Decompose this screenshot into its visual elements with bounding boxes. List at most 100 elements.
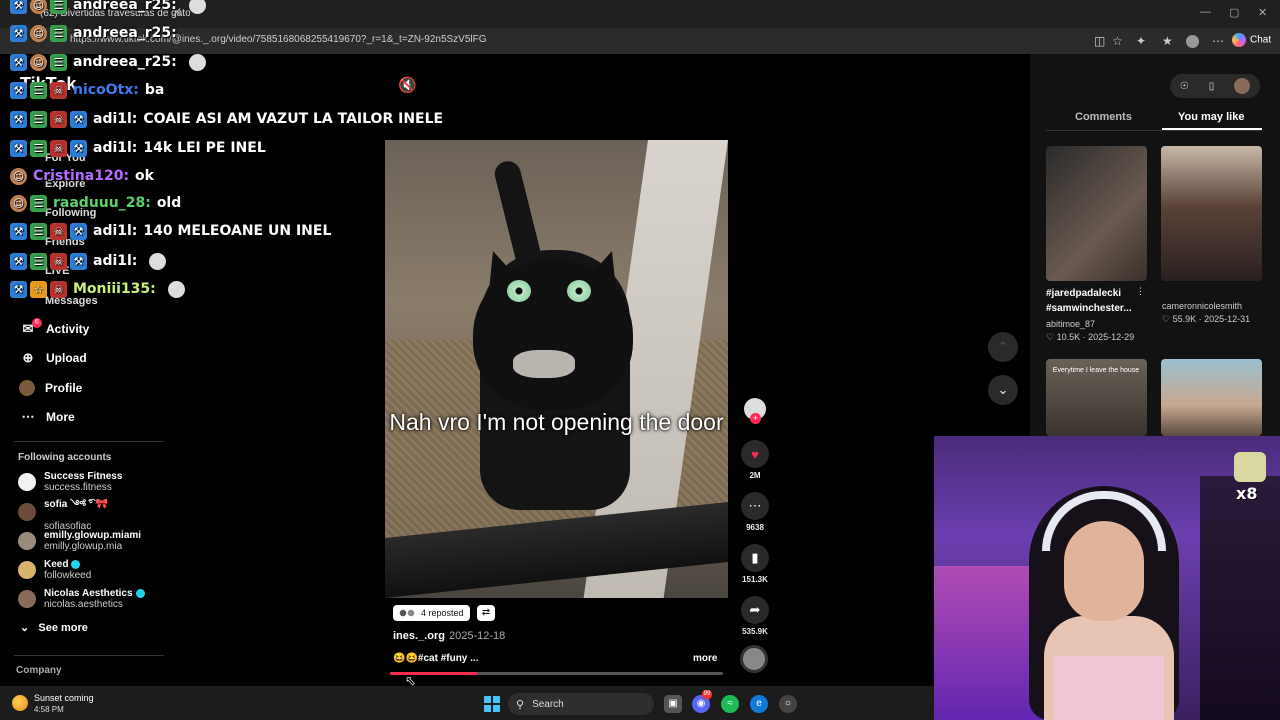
repost-icon[interactable]: ⇄ [477,605,495,621]
chat-username[interactable]: adi1l: [93,111,137,127]
weather-sun-icon[interactable] [12,695,28,711]
chat-username[interactable]: adi1l: [93,253,137,269]
split-view-icon[interactable]: ◫ [1094,34,1105,48]
chat-username[interactable]: Moniii135: [73,281,156,297]
tab-you-may-like[interactable]: You may like [1178,111,1244,123]
share-button[interactable]: ➦ 535.9K [741,596,769,636]
like-button[interactable]: ♥ 2M [741,440,769,480]
chat-emote-icon [188,53,206,71]
edge-icon[interactable]: e [750,695,768,713]
chat-badge-icon: ☰ [30,222,47,240]
spotify-icon[interactable]: ≈ [721,695,739,713]
next-video-arrow-icon[interactable]: ⌄ [988,375,1018,405]
save-button[interactable]: ▮ 151.3K [741,544,769,584]
following-account[interactable]: emilly.glowup.miami emilly.glowup.mia [18,527,141,555]
account-handle: followkeed [44,570,92,581]
chat-username[interactable]: andreea_r25: [73,54,177,70]
account-handle: success.fitness [44,482,112,493]
minimize-icon[interactable]: — [1200,6,1211,18]
nav-profile[interactable]: Profile [18,376,82,400]
chat-username[interactable]: adi1l: [93,223,137,239]
taskbar-search[interactable]: ⚲ Search [508,693,654,715]
following-account[interactable]: Nicolas Aesthetics nicolas.aesthetics [18,585,145,613]
avatar [18,590,36,608]
obs-icon[interactable]: ○ [779,695,797,713]
chat-username[interactable]: nicoOtx: [73,82,139,98]
nav-activity[interactable]: ✉ Activity [18,317,90,341]
chat-message: ⚒ ☺ ☰ andreea_r25: [10,22,183,44]
chat-text: ba [144,82,165,98]
extensions-icon[interactable]: ✦ [1136,34,1146,48]
see-more-button[interactable]: ⌄ See more [20,621,88,634]
recommended-video-thumbnail[interactable] [1161,146,1262,281]
phone-icon[interactable]: ▯ [1209,81,1215,92]
chat-badge-icon: ⚒ [10,252,27,270]
previous-video-arrow-icon[interactable]: ⌃ [988,332,1018,362]
video-player[interactable] [385,140,728,598]
compass-icon[interactable]: ☉ [1180,81,1189,92]
mute-icon[interactable]: 🔇 [398,76,417,94]
copilot-chat-button[interactable]: Chat [1232,33,1271,47]
chat-username[interactable]: andreea_r25: [73,0,177,13]
chat-badge-icon: ⚒ [10,53,27,71]
music-disc-icon[interactable] [740,645,768,673]
profile-avatar-icon[interactable] [1186,35,1199,48]
video-description: 😆😆#cat #funy ... [393,653,479,664]
chat-badge-icon: ☠ [50,280,67,298]
search-icon: ⚲ [516,698,525,711]
recommended-video-thumbnail[interactable]: Everytime I leave the house [1046,359,1147,436]
video-author[interactable]: ines._.org 2025-12-18 [393,630,505,642]
chat-username[interactable]: Cristina120: [33,168,129,184]
see-more-label: See more [38,622,88,634]
chat-emote-icon [149,252,167,270]
nav-more[interactable]: ⋯ More [18,405,75,429]
menu-dots-icon[interactable]: ⋯ [1212,34,1224,48]
recommended-video-thumbnail[interactable] [1046,146,1147,281]
recommended-user[interactable]: abitimoe_87 [1046,319,1095,329]
nav-upload[interactable]: ⊕ Upload [18,346,87,370]
webcam-shelf [934,566,1044,720]
favorites-icon[interactable]: ★ [1162,34,1173,48]
recommended-caption: #samwinchester... [1046,303,1132,314]
chat-badge-icon: ⚒ [10,222,27,240]
company-link[interactable]: Company [16,665,62,676]
maximize-icon[interactable]: ▢ [1229,6,1239,19]
window-close-icon[interactable]: ✕ [1258,6,1267,19]
nav-upload-label: Upload [46,351,87,365]
chat-text: 14k LEI PE INEL [143,140,266,156]
chat-badge-icon: ☰ [30,194,47,212]
following-account[interactable]: sofia ༺ ͡° 🎀 sofiasofiac [18,498,108,532]
recommended-stats: ♡ 55.9K · 2025-12-31 [1162,314,1251,324]
chat-message: ⚒ ☰ ☠ ⚒ adi1l: COAIE ASI AM VAZUT LA TAILOR I… [10,108,443,130]
chat-message: ⚒ ☰ ☠ nicoOtx: ba [10,79,164,101]
thumbnail-menu-icon[interactable]: ⋮ [1136,286,1145,297]
follow-plus-icon[interactable]: + [750,413,761,424]
chat-username[interactable]: raaduuu_28: [53,195,151,211]
chat-text: 140 MELEOANE UN INEL [143,223,332,239]
account-name: emilly.glowup.miami [44,530,142,541]
chat-message: ⚒ ☰ ☠ ⚒ adi1l: 140 MELEOANE UN INEL [10,220,331,242]
recommended-user[interactable]: cameronnicolesmith [1162,301,1242,311]
chat-badge-icon: ⚒ [10,139,27,157]
windows-start-icon[interactable] [484,696,500,712]
video-progress-bar[interactable] [390,672,723,675]
chat-badge-icon: ☠ [50,139,67,157]
favorite-star-icon[interactable]: ☆ [1112,34,1123,48]
chat-username[interactable]: andreea_r25: [73,25,177,41]
weather-title[interactable]: Sunset coming [34,693,94,703]
description-more-button[interactable]: more [693,653,717,664]
avatar [18,561,36,579]
following-account[interactable]: Keed followkeed [18,556,91,584]
user-avatar[interactable] [1234,78,1251,94]
chat-username[interactable]: adi1l: [93,140,137,156]
avatar [18,503,36,521]
recommended-video-thumbnail[interactable] [1161,359,1262,436]
reposted-pill[interactable]: 4 reposted [393,605,470,621]
upload-icon: ⊕ [22,350,34,365]
chat-badge-icon: ☠ [50,252,67,270]
tab-comments[interactable]: Comments [1075,111,1132,123]
task-view-icon[interactable]: ▣ [664,695,682,713]
comment-button[interactable]: ⋯ 9638 [741,492,769,532]
webcam-background [1200,476,1280,720]
comment-count: 9638 [746,523,764,532]
